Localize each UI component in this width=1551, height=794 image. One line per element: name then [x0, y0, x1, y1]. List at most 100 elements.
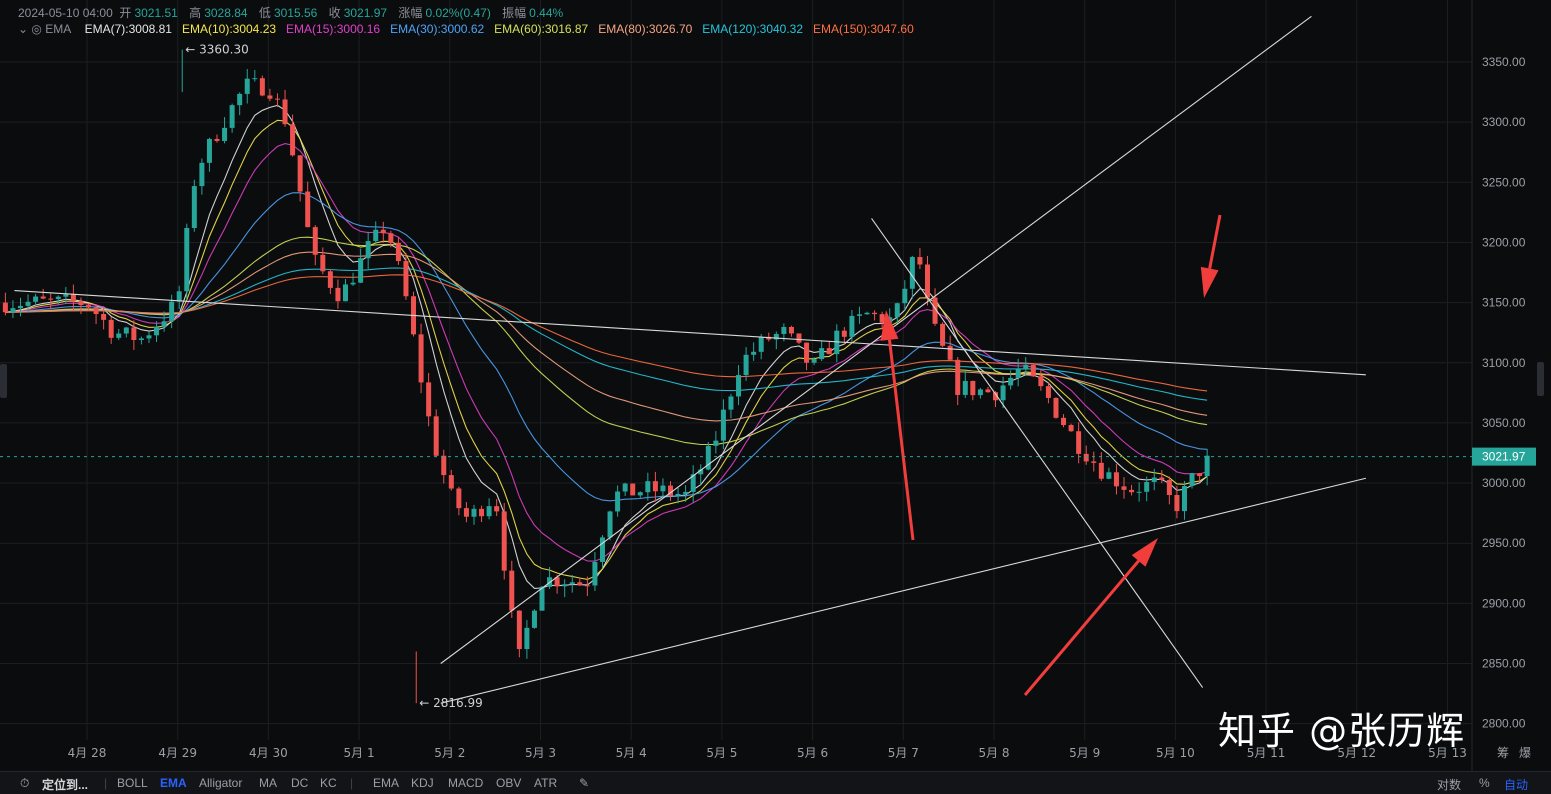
- sub-tool-ema[interactable]: EMA: [373, 776, 399, 790]
- change-label: 涨幅: [398, 6, 423, 20]
- price-chart[interactable]: 3350.00 3300.00 3250.00 3200.00 3150.00 3100.…: [0, 0, 1551, 793]
- price-tick-label: 3100.00: [1482, 356, 1526, 370]
- candle-body: [924, 264, 930, 298]
- time-tick-label: 5月 3: [525, 746, 556, 760]
- sub-tool-macd[interactable]: MACD: [448, 776, 483, 790]
- candle-body: [531, 610, 537, 628]
- indicator-legend: ⌄ ◎ EMA EMA(7):3008.81 EMA(10):3004.23 EMA…: [18, 22, 924, 36]
- candle-body: [320, 254, 326, 272]
- candle-body: [131, 327, 137, 341]
- candle-body: [826, 348, 832, 355]
- candle-body: [781, 326, 787, 334]
- tool-ma[interactable]: MA: [259, 776, 277, 790]
- candle-body: [804, 342, 810, 363]
- grid: [0, 0, 1472, 740]
- ema-legend-item: EMA(60):3016.87: [494, 22, 589, 36]
- candle-body: [214, 138, 220, 141]
- left-panel-handle[interactable]: [0, 364, 7, 398]
- high-value: 3028.84: [204, 6, 248, 20]
- time-tick-label: 4月 30: [249, 746, 288, 760]
- price-tick-label: 3300.00: [1482, 115, 1526, 129]
- candle-body: [365, 241, 371, 259]
- tool-boll[interactable]: BOLL: [117, 776, 148, 790]
- candle-body: [199, 162, 205, 187]
- time-tick-label: 4月 28: [68, 746, 107, 760]
- candle-body: [1151, 477, 1157, 482]
- high-annotation: ← 3360.30: [185, 43, 249, 57]
- candle-body: [297, 155, 303, 192]
- ema-line: [5, 119, 1208, 580]
- candle-body: [403, 261, 409, 297]
- candle-body: [1204, 455, 1210, 477]
- candle-body: [524, 627, 530, 650]
- candle-body: [819, 348, 825, 360]
- red-arrow-head: [1200, 266, 1219, 298]
- candle-body: [33, 296, 39, 302]
- time-tick-label: 5月 10: [1156, 746, 1195, 760]
- ema-line: [5, 104, 1208, 589]
- price-tick-label: 2850.00: [1482, 657, 1526, 671]
- eye-icon[interactable]: ◎: [31, 22, 41, 36]
- ema-legend-item: EMA(7):3008.81: [84, 22, 172, 36]
- candle-body: [274, 98, 280, 100]
- candle-body: [1045, 386, 1051, 398]
- candle-body: [282, 99, 288, 125]
- red-arrow-shaft: [888, 339, 915, 541]
- candle-body: [229, 105, 235, 128]
- log-scale-toggle[interactable]: 对数: [1437, 776, 1461, 793]
- sub-tool-obv[interactable]: OBV: [496, 776, 521, 790]
- candle-body: [962, 380, 968, 395]
- percent-scale-toggle[interactable]: %: [1479, 776, 1490, 790]
- candle-body: [1030, 364, 1036, 377]
- indicator-name: EMA: [45, 22, 72, 36]
- candle-body: [373, 229, 379, 242]
- candle-body: [418, 334, 424, 383]
- candle-body: [917, 257, 923, 265]
- collapse-icon[interactable]: ⌄: [18, 22, 28, 36]
- candle-body: [388, 233, 394, 243]
- candle-body: [146, 335, 152, 339]
- candle-body: [191, 186, 197, 228]
- right-panel-handle[interactable]: [1537, 362, 1544, 396]
- watermark: 知乎 @张历辉: [1218, 709, 1466, 753]
- candle-body: [879, 314, 885, 323]
- ema-legend-items: EMA(7):3008.81 EMA(10):3004.23 EMA(15):300…: [85, 22, 924, 36]
- candle-body: [10, 308, 16, 313]
- candles: [2, 49, 1210, 704]
- candle-body: [539, 586, 545, 611]
- candle-body: [2, 302, 8, 313]
- tool-dc[interactable]: DC: [291, 776, 308, 790]
- tool-ema[interactable]: EMA: [160, 776, 187, 790]
- candle-body: [1181, 485, 1187, 512]
- candle-body: [872, 312, 878, 315]
- candle-body: [509, 570, 515, 611]
- sub-tool-kdj[interactable]: KDJ: [411, 776, 434, 790]
- candle-body: [350, 282, 356, 285]
- candle-body: [1000, 385, 1006, 401]
- candle-body: [1076, 431, 1082, 454]
- candle-body: [380, 229, 386, 234]
- candle-body: [1061, 417, 1067, 426]
- candle-body: [123, 327, 129, 334]
- candle-body: [1098, 462, 1104, 479]
- candle-body: [48, 298, 54, 300]
- candle-body: [471, 508, 477, 517]
- tool-kc[interactable]: KC: [320, 776, 337, 790]
- locate-button[interactable]: 定位到...: [42, 776, 88, 793]
- tool-alligator[interactable]: Alligator: [199, 776, 242, 790]
- sub-tool-atr[interactable]: ATR: [534, 776, 557, 790]
- amplitude-value: 0.44%: [529, 6, 564, 20]
- time-tick-label: 5月 4: [616, 746, 647, 760]
- price-tick-label: 2800.00: [1482, 717, 1526, 731]
- price-tick-label: 2950.00: [1482, 536, 1526, 550]
- candle-body: [237, 93, 243, 106]
- candle-body: [637, 492, 643, 496]
- candle-body: [736, 375, 742, 397]
- time-tick-label: 5月 7: [888, 746, 919, 760]
- candle-body: [720, 409, 726, 441]
- candle-body: [335, 287, 341, 302]
- auto-scale-toggle[interactable]: 自动: [1504, 776, 1528, 793]
- edit-icon[interactable]: ✎: [579, 776, 589, 790]
- clock-icon[interactable]: ⏱: [20, 776, 29, 791]
- candle-body: [305, 191, 311, 228]
